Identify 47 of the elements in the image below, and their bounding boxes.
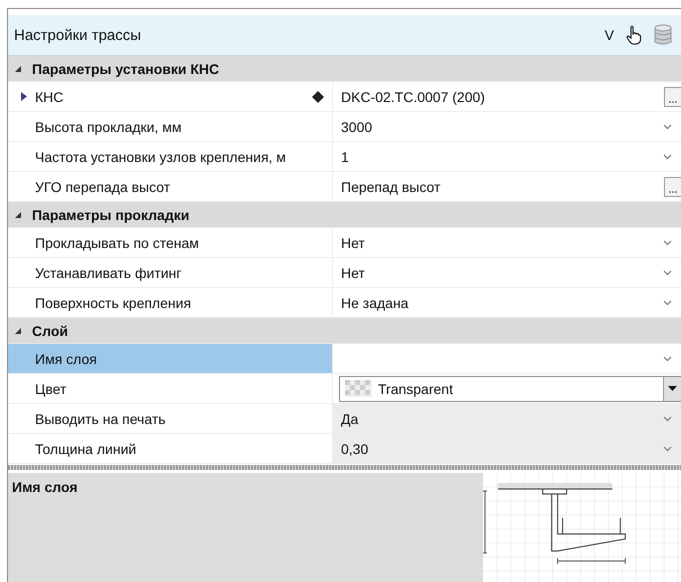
chevron-down-icon[interactable] [663, 154, 672, 160]
property-value: Нет [341, 264, 366, 280]
chevron-down-icon[interactable] [663, 446, 672, 452]
property-value: 3000 [341, 118, 374, 134]
category-header[interactable]: Слой [8, 318, 681, 344]
property-value: 0,30 [341, 440, 370, 456]
property-name[interactable]: Поверхность крепления [8, 288, 333, 317]
category-title: Параметры прокладки [32, 206, 190, 222]
collapse-triangle-icon[interactable] [14, 326, 22, 334]
property-name[interactable]: Устанавливать фитинг [8, 258, 333, 287]
collapse-triangle-icon[interactable] [14, 64, 22, 72]
property-value: Перепад высот [341, 178, 442, 194]
browse-button[interactable] [664, 176, 681, 196]
property-name[interactable]: КНС [8, 82, 333, 111]
property-name[interactable]: Имя слоя [8, 344, 333, 373]
property-value: Да [341, 410, 360, 426]
description-title: Имя слоя [12, 479, 78, 495]
chevron-down-icon[interactable] [663, 124, 672, 130]
panel-title: Настройки трассы [14, 26, 142, 44]
chevron-down-icon[interactable] [663, 416, 672, 422]
color-combobox[interactable]: Transparent [339, 376, 681, 402]
dropdown-arrow-icon [668, 386, 677, 391]
diamond-icon [312, 90, 324, 102]
property-name[interactable]: УГО перепада высот [8, 172, 333, 201]
checkerboard-swatch-icon [345, 380, 372, 397]
property-value: DKC-02.TC.0007 (200) [341, 88, 486, 104]
property-value: Не задана [341, 294, 410, 310]
property-value: 1 [341, 148, 350, 164]
property-name[interactable]: Прокладывать по стенам [8, 228, 333, 257]
property-name[interactable]: Цвет [8, 374, 333, 403]
chevron-down-icon[interactable] [663, 356, 672, 362]
property-name[interactable]: Частота установки узлов крепления, м [8, 142, 333, 171]
category-header[interactable]: Параметры прокладки [8, 202, 681, 228]
hand-pointer-icon[interactable] [626, 25, 642, 45]
category-title: Параметры установки КНС [32, 60, 220, 76]
browse-button[interactable] [664, 86, 681, 106]
property-value: Нет [341, 234, 366, 250]
property-name[interactable]: Высота прокладки, мм [8, 112, 333, 141]
category-title: Слой [32, 322, 68, 338]
chevron-down-icon[interactable] [663, 270, 672, 276]
collapse-triangle-icon[interactable] [14, 210, 22, 218]
chevron-down-icon[interactable] [663, 240, 672, 246]
expand-arrow-icon[interactable] [21, 92, 27, 101]
chevron-down-icon[interactable] [663, 300, 672, 306]
view-toggle[interactable]: V [604, 27, 614, 43]
database-icon[interactable] [654, 24, 672, 46]
category-header[interactable]: Параметры установки КНС [8, 56, 681, 82]
